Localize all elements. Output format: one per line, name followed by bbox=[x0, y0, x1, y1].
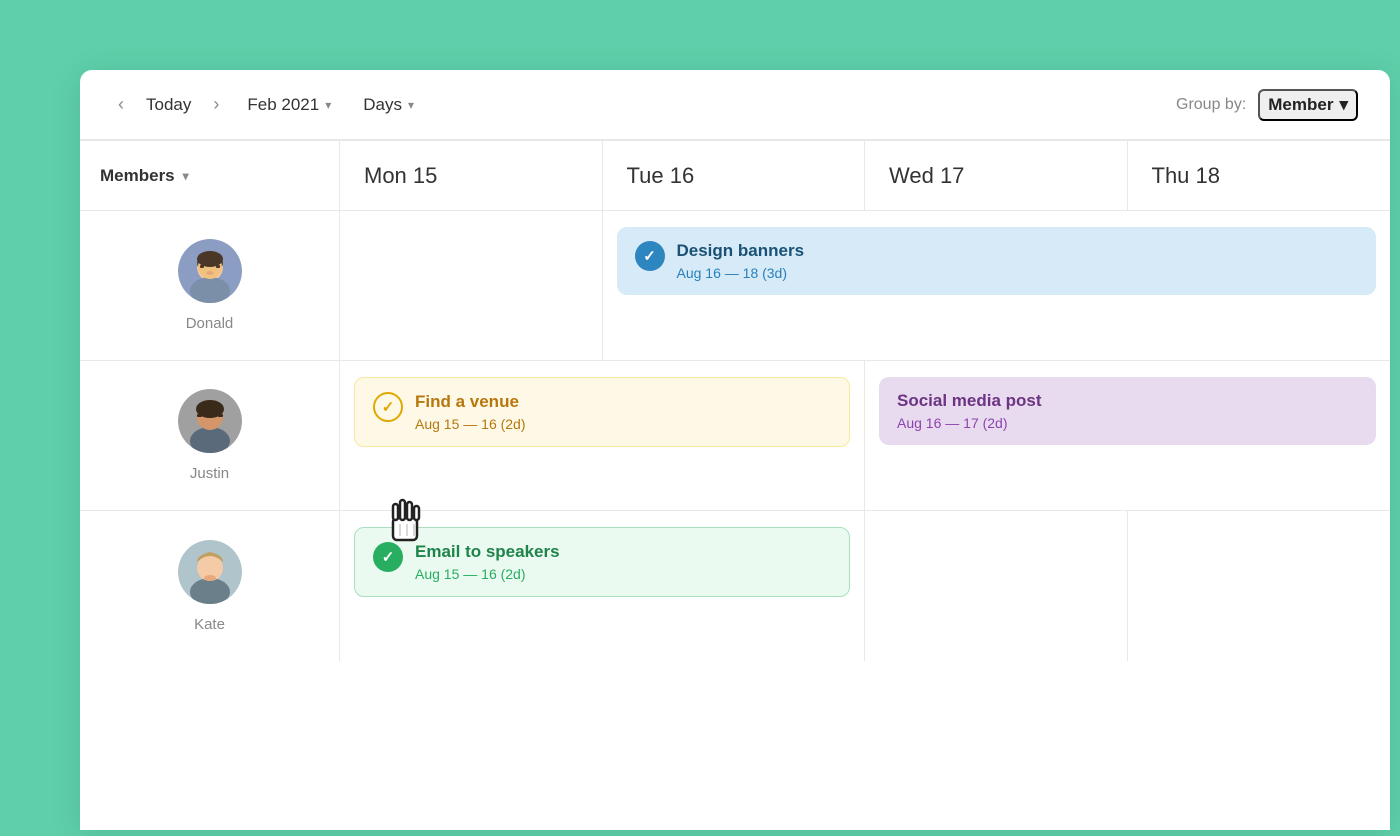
task-social-media-title: Social media post bbox=[897, 391, 1358, 411]
task-social-media-date: Aug 16 — 17 (2d) bbox=[897, 415, 1358, 431]
member-cell-kate: Kate bbox=[80, 511, 340, 661]
month-dropdown-arrow: ▾ bbox=[325, 98, 331, 112]
calendar-header: ‹ Today › Feb 2021 ▾ Days ▾ Group by: Me… bbox=[80, 70, 1390, 140]
today-button[interactable]: Today bbox=[138, 91, 199, 119]
kate-wed17-cell bbox=[865, 511, 1128, 661]
group-by-value-label: Member bbox=[1268, 95, 1333, 115]
kate-mon15-tue16-cell: ✓ Email to speakers Aug 15 — 16 (2d) bbox=[340, 511, 865, 661]
task-find-venue-date: Aug 15 — 16 (2d) bbox=[415, 416, 526, 432]
avatar-justin bbox=[178, 389, 242, 453]
month-dropdown[interactable]: Feb 2021 ▾ bbox=[237, 91, 341, 119]
group-by-label: Group by: bbox=[1176, 96, 1246, 114]
day-header-tue16: Tue 16 bbox=[603, 141, 866, 211]
task-design-banners-title: Design banners bbox=[677, 241, 805, 261]
task-find-venue-icon: ✓ bbox=[373, 392, 403, 422]
member-name-justin: Justin bbox=[190, 465, 229, 482]
task-find-venue-title: Find a venue bbox=[415, 392, 526, 412]
task-design-banners-content: Design banners Aug 16 — 18 (3d) bbox=[677, 241, 805, 281]
next-button[interactable]: › bbox=[207, 90, 225, 119]
group-by-dropdown[interactable]: Member ▾ bbox=[1258, 89, 1358, 121]
members-dropdown-arrow: ▾ bbox=[183, 169, 189, 183]
member-cell-donald: Donald bbox=[80, 211, 340, 361]
member-name-donald: Donald bbox=[186, 315, 234, 332]
days-dropdown-arrow: ▾ bbox=[408, 98, 414, 112]
nav-controls: ‹ Today › bbox=[112, 90, 225, 119]
member-name-kate: Kate bbox=[194, 616, 225, 633]
justin-mon15-tue16-cell: ✓ Find a venue Aug 15 — 16 (2d) bbox=[340, 361, 865, 511]
kate-thu18-cell bbox=[1128, 511, 1391, 661]
prev-button[interactable]: ‹ bbox=[112, 90, 130, 119]
task-find-venue[interactable]: ✓ Find a venue Aug 15 — 16 (2d) bbox=[354, 377, 850, 447]
task-find-venue-content: Find a venue Aug 15 — 16 (2d) bbox=[415, 392, 526, 432]
avatar-donald bbox=[178, 239, 242, 303]
task-email-speakers-title: Email to speakers bbox=[415, 542, 560, 562]
task-email-speakers-content: Email to speakers Aug 15 — 16 (2d) bbox=[415, 542, 560, 582]
month-label: Feb 2021 bbox=[247, 95, 319, 115]
justin-wed17-thu18-cell: Social media post Aug 16 — 17 (2d) bbox=[865, 361, 1390, 511]
task-design-banners-date: Aug 16 — 18 (3d) bbox=[677, 265, 805, 281]
members-label: Members bbox=[100, 166, 175, 186]
task-design-banners[interactable]: ✓ Design banners Aug 16 — 18 (3d) bbox=[617, 227, 1377, 295]
members-column-header[interactable]: Members ▾ bbox=[80, 141, 340, 211]
task-social-media-post[interactable]: Social media post Aug 16 — 17 (2d) bbox=[879, 377, 1376, 445]
day-header-wed17: Wed 17 bbox=[865, 141, 1128, 211]
task-email-speakers[interactable]: ✓ Email to speakers Aug 15 — 16 (2d) bbox=[354, 527, 850, 597]
donald-mon15-cell bbox=[340, 211, 603, 361]
days-label: Days bbox=[363, 95, 402, 115]
task-email-speakers-date: Aug 15 — 16 (2d) bbox=[415, 566, 560, 582]
avatar-kate bbox=[178, 540, 242, 604]
calendar-container: ‹ Today › Feb 2021 ▾ Days ▾ Group by: Me… bbox=[80, 70, 1390, 830]
day-header-mon15: Mon 15 bbox=[340, 141, 603, 211]
task-design-banners-icon: ✓ bbox=[635, 241, 665, 271]
task-email-speakers-icon: ✓ bbox=[373, 542, 403, 572]
member-cell-justin: Justin bbox=[80, 361, 340, 511]
days-dropdown[interactable]: Days ▾ bbox=[353, 91, 424, 119]
donald-tue16-thu18-cell: ✓ Design banners Aug 16 — 18 (3d) bbox=[603, 211, 1391, 361]
calendar-grid: Members ▾ Mon 15 Tue 16 Wed 17 Thu 18 bbox=[80, 140, 1390, 661]
day-header-thu18: Thu 18 bbox=[1128, 141, 1391, 211]
group-by-arrow: ▾ bbox=[1339, 95, 1348, 115]
